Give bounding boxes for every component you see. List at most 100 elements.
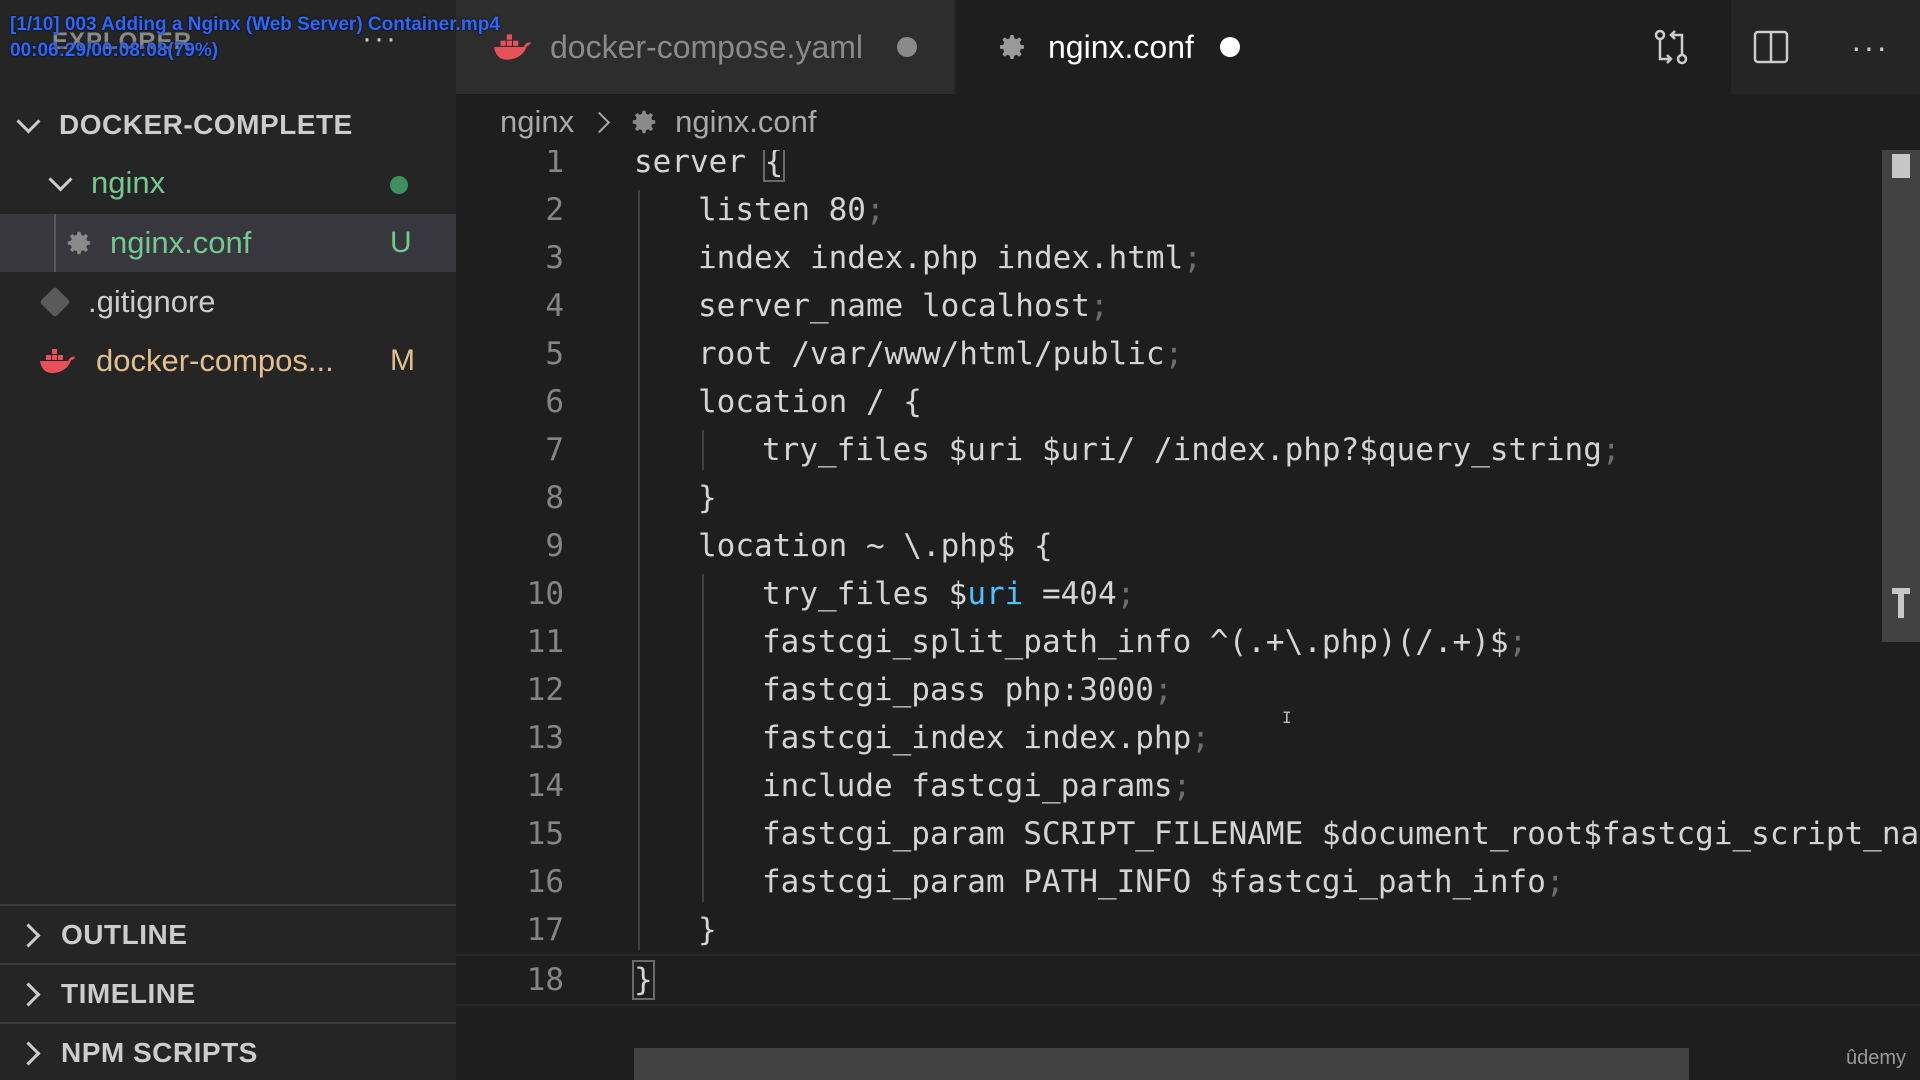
source-control-icon[interactable] — [1651, 27, 1691, 67]
video-title: [1/10] 003 Adding a Nginx (Web Server) C… — [10, 14, 500, 35]
gear-icon — [67, 231, 91, 255]
udemy-watermark: ûdemy — [1845, 1047, 1906, 1069]
video-progress: 00:06:29/00:08:08(79%) — [10, 40, 219, 61]
code-line[interactable]: 17} — [456, 906, 1920, 954]
line-number: 3 — [545, 240, 564, 276]
semicolon-token: ; — [865, 192, 885, 228]
semicolon-token: ; — [1172, 768, 1192, 804]
tree-item-docker-compose[interactable]: docker-compos... M — [0, 332, 456, 390]
code-text: server { — [634, 150, 786, 186]
code-line[interactable]: 9 location ~ \.php$ { — [456, 522, 1920, 570]
line-number: 4 — [545, 288, 564, 324]
tree-item-label: nginx — [91, 165, 166, 200]
docker-whale-icon — [40, 349, 75, 373]
matching-bracket: { — [762, 150, 786, 182]
tree-item-label: nginx.conf — [110, 225, 252, 260]
modified-dot-icon — [390, 176, 408, 194]
indent-guide — [638, 190, 640, 950]
variable-token: uri — [967, 576, 1024, 612]
gear-icon — [632, 110, 656, 134]
tree-item-nginx-folder[interactable]: nginx — [0, 154, 456, 212]
indent-guide — [54, 214, 56, 272]
code-text: root /var/www/html/public; — [698, 336, 1184, 372]
code-line[interactable]: 5 root /var/www/html/public; — [456, 330, 1920, 378]
breadcrumb-folder[interactable]: nginx — [500, 104, 574, 140]
code-line[interactable]: 8} — [456, 474, 1920, 522]
code-line[interactable]: 2 listen 80; — [456, 186, 1920, 234]
line-number: 12 — [526, 672, 564, 708]
editor-actions: ··· — [1620, 0, 1920, 94]
code-text: } — [632, 956, 655, 1004]
code-text: fastcgi_index index.php; — [762, 720, 1210, 756]
chevron-right-icon — [16, 922, 41, 948]
line-number: 17 — [526, 912, 564, 948]
indent-guide — [702, 574, 704, 902]
code-text: include fastcgi_params; — [762, 768, 1192, 804]
code-line[interactable]: 12 fastcgi_pass php:3000; — [456, 666, 1920, 714]
semicolon-token: ; — [1191, 720, 1210, 756]
line-number: 5 — [545, 336, 564, 372]
tab-label: nginx.conf — [1048, 28, 1194, 65]
code-text: location ~ \.php$ { — [698, 528, 1053, 564]
code-line[interactable]: 6 location / { — [456, 378, 1920, 426]
line-number: 15 — [526, 816, 564, 852]
panel-label: NPM SCRIPTS — [61, 1037, 258, 1068]
line-number: 13 — [526, 720, 564, 756]
panel-outline[interactable]: OUTLINE — [0, 904, 456, 964]
code-line[interactable]: 16 fastcgi_param PATH_INFO $fastcgi_path_… — [456, 858, 1920, 906]
line-number: 16 — [526, 864, 564, 900]
code-line[interactable]: 11 fastcgi_split_path_info ^(.+\.php)(/.+… — [456, 618, 1920, 666]
semicolon-token: ; — [1508, 624, 1528, 660]
unsaved-dot-icon[interactable] — [897, 37, 917, 57]
semicolon-token: ; — [1153, 672, 1173, 708]
vertical-scrollbar[interactable] — [1882, 150, 1920, 642]
semicolon-token: ; — [1183, 240, 1202, 276]
tab-label: docker-compose.yaml — [550, 28, 863, 65]
code-line[interactable]: 7 try_files $uri $uri/ /index.php?$query_… — [456, 426, 1920, 474]
code-line[interactable]: 1 server { — [456, 150, 1920, 186]
code-line[interactable]: 13 fastcgi_index index.php; — [456, 714, 1920, 762]
code-text: fastcgi_split_path_info ^(.+\.php)(/.+)$… — [762, 624, 1528, 660]
line-number: 8 — [545, 480, 564, 516]
matching-bracket: } — [632, 960, 655, 1000]
code-line[interactable]: 10 try_files $uri =404; — [456, 570, 1920, 618]
semicolon-token: ; — [1116, 576, 1136, 612]
ellipsis-icon[interactable]: ··· — [1851, 29, 1889, 66]
chevron-right-icon — [16, 1040, 41, 1066]
line-number: 7 — [545, 432, 564, 468]
code-text: try_files $uri $uri/ /index.php?$query_s… — [762, 432, 1621, 468]
split-editor-icon[interactable] — [1753, 29, 1789, 65]
text-cursor-icon: I — [1282, 708, 1292, 727]
tree-item-gitignore[interactable]: .gitignore — [0, 273, 456, 331]
code-line[interactable]: 4 server_name localhost; — [456, 282, 1920, 330]
code-line[interactable]: 14 include fastcgi_params; — [456, 762, 1920, 810]
chevron-right-icon — [589, 111, 611, 133]
code-text: try_files $uri =404; — [762, 576, 1136, 612]
panel-npm-scripts[interactable]: NPM SCRIPTS — [0, 1022, 456, 1080]
code-text: } — [698, 912, 717, 948]
tab-nginx-conf[interactable]: nginx.conf — [956, 0, 1731, 94]
tab-docker-compose-yaml[interactable]: docker-compose.yaml — [456, 0, 954, 94]
video-overlay: [1/10] 003 Adding a Nginx (Web Server) C… — [10, 12, 500, 64]
code-line[interactable]: 3 index index.php index.html; — [456, 234, 1920, 282]
unsaved-dot-icon[interactable] — [1219, 37, 1240, 57]
code-text: fastcgi_pass php:3000; — [762, 672, 1173, 708]
line-number: 2 — [545, 192, 564, 228]
line-number: 9 — [545, 528, 564, 564]
scroll-marker — [1892, 154, 1910, 178]
line-number: 11 — [526, 624, 564, 660]
code-editor[interactable]: 18} 17} 16 fastcgi_param PATH_INFO $fastcgi… — [456, 150, 1920, 1080]
line-number: 1 — [545, 150, 564, 180]
panel-timeline[interactable]: TIMELINE — [0, 963, 456, 1023]
root-folder-label: DOCKER-COMPLETE — [59, 109, 353, 140]
folder-root-docker-complete[interactable]: DOCKER-COMPLETE — [0, 102, 456, 148]
tree-item-nginx-conf[interactable]: nginx.conf U — [0, 214, 456, 272]
breadcrumb: nginx nginx.conf — [456, 94, 1920, 150]
breadcrumb-file[interactable]: nginx.conf — [675, 104, 816, 140]
panel-label: TIMELINE — [61, 978, 196, 1009]
code-line[interactable]: 15 fastcgi_param SCRIPT_FILENAME $documen… — [456, 810, 1920, 858]
modified-badge: M — [390, 344, 415, 377]
line-number: 18 — [526, 962, 564, 998]
horizontal-scrollbar[interactable] — [634, 1048, 1689, 1080]
code-line[interactable]: 18} — [456, 954, 1920, 1006]
